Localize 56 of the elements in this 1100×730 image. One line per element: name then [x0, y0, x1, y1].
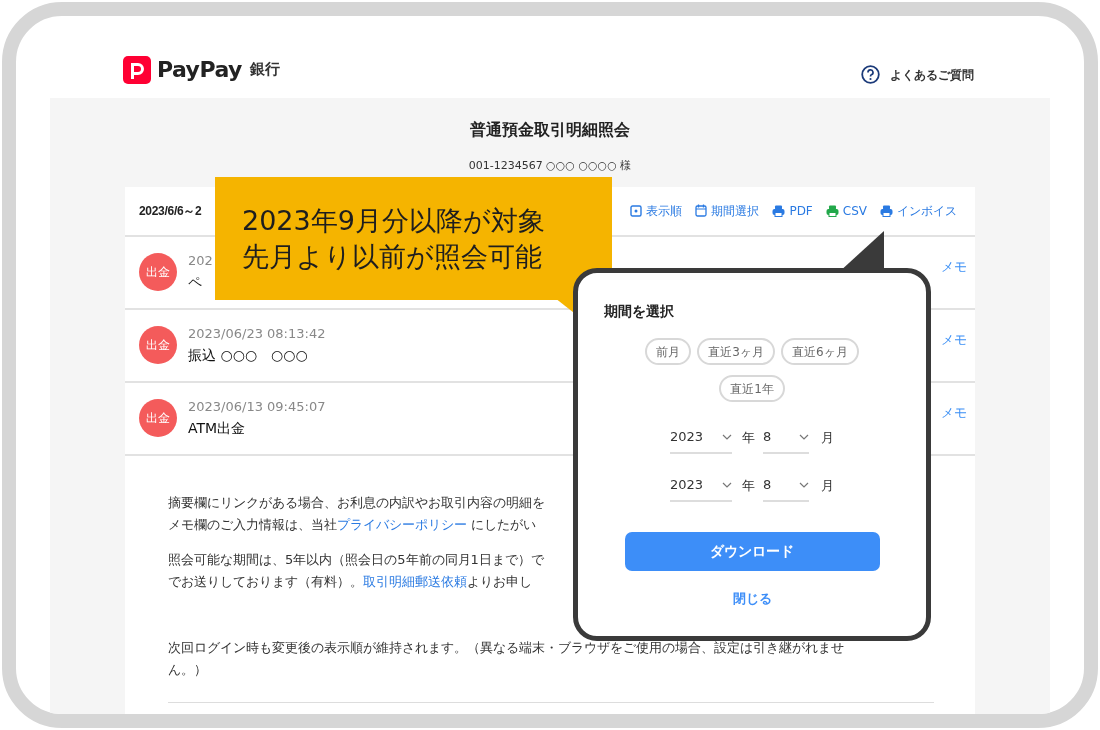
logo-icon — [123, 55, 151, 84]
note-text: 照会可能な期間は、5年以内（照会日の5年前の同月1日まで）で でお送りしております（有料）。取引明細郵送依頼よりお申し — [168, 550, 544, 591]
brand-suffix: 銀行 — [249, 59, 280, 81]
memo-link[interactable]: メモ — [941, 402, 967, 422]
transaction-datetime: 2023/06/13 09:45:07 — [188, 397, 326, 416]
withdrawal-badge: 出金 — [139, 253, 177, 291]
toolbar-link[interactable]: 期間選択 — [695, 201, 760, 220]
note-text: 次回ログイン時も変更後の表示順が維持されます。（異なる端末・ブラウザをご使用の場合、設定は引き継がれませ ん。） — [168, 638, 844, 679]
toolbar-link[interactable]: PDF — [772, 201, 813, 220]
chevron-down-icon — [722, 434, 732, 440]
text-link[interactable]: 取引明細郵送依頼 — [363, 573, 467, 589]
close-link[interactable]: 閉じる — [732, 589, 772, 609]
year-select[interactable]: 2023 — [670, 470, 732, 502]
page-title: 普通預金取引明細照会 — [470, 119, 630, 141]
preset-chip[interactable]: 前月 — [645, 338, 692, 365]
chevron-down-icon — [799, 482, 809, 488]
period-label: 2023/6/6～2 — [139, 202, 202, 220]
toolbar-link[interactable]: 表示順 — [630, 201, 683, 220]
chevron-down-icon — [722, 482, 732, 488]
year-select[interactable]: 2023 — [670, 422, 732, 454]
printer-icon — [825, 204, 839, 217]
transaction-description: ペ — [188, 273, 202, 293]
toolbar-link[interactable]: CSV — [825, 201, 867, 220]
square-icon — [630, 204, 643, 217]
preset-chip[interactable]: 直近1年 — [719, 375, 785, 402]
year-unit: 年 — [742, 477, 755, 496]
popup-title: 期間を選択 — [604, 302, 674, 321]
printer-icon — [772, 204, 786, 217]
memo-link[interactable]: メモ — [941, 256, 967, 276]
chevron-down-icon — [799, 434, 809, 440]
year-unit: 年 — [742, 429, 755, 448]
brand-name: PayPay — [157, 56, 242, 84]
transaction-datetime: 2023/06/23 08:13:42 — [188, 324, 326, 343]
account-name: 001-1234567 ○○○ ○○○○ 様 — [468, 158, 632, 174]
help-link[interactable]: よくあるご質問 — [890, 65, 974, 84]
month-select[interactable]: 8 — [763, 422, 809, 454]
memo-link[interactable]: メモ — [941, 329, 967, 349]
callout-text: 2023年9月分以降が対象 — [242, 203, 545, 238]
month-unit: 月 — [821, 429, 834, 448]
month-unit: 月 — [821, 477, 834, 496]
month-select[interactable]: 8 — [763, 470, 809, 502]
download-button[interactable]: ダウンロード — [624, 532, 880, 571]
withdrawal-badge: 出金 — [139, 326, 177, 364]
text-link[interactable]: プライバシーポリシー — [337, 516, 467, 532]
note-text: 摘要欄にリンクがある場合、お利息の内訳やお取引内容の明細を メモ欄のご入力情報は、当社プライバシーポリシー にしたがい — [168, 493, 545, 534]
transaction-description: ATM出金 — [188, 419, 246, 439]
preset-chip[interactable]: 直近6ヶ月 — [781, 338, 859, 365]
toolbar-link[interactable]: インボイス — [880, 201, 957, 220]
preset-chip[interactable]: 直近3ヶ月 — [697, 338, 775, 365]
printer-icon — [880, 204, 893, 217]
transaction-datetime: 202 — [188, 251, 213, 270]
help-icon — [861, 65, 880, 84]
withdrawal-badge: 出金 — [139, 399, 177, 437]
transaction-description: 振込 ○○○ ○○○ — [188, 346, 308, 366]
callout-text: 先月より以前が照会可能 — [242, 239, 542, 274]
calendar-icon — [695, 204, 708, 217]
